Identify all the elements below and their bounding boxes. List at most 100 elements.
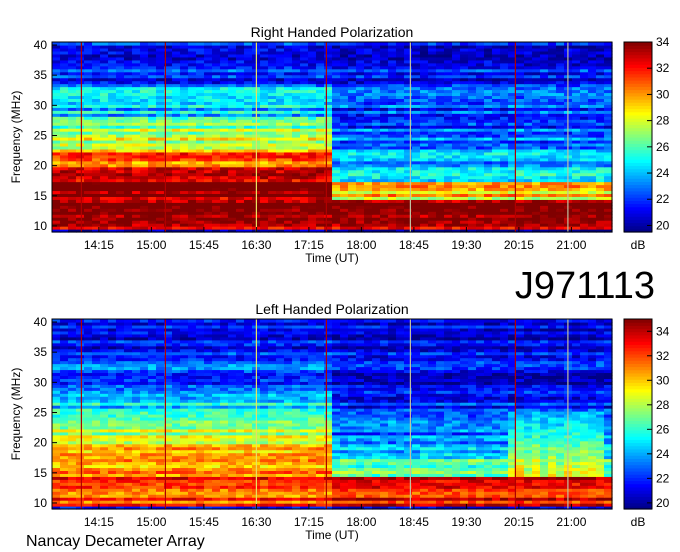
heatmap-cell [364, 42, 373, 46]
heatmap-cell [444, 42, 453, 46]
colorbar-tick-label: 28 [656, 114, 670, 128]
heatmap-cell [204, 42, 213, 46]
colorbar-right [624, 42, 652, 233]
heatmap-cell [540, 42, 549, 46]
heatmap-cell [172, 42, 181, 46]
heatmap-cell [148, 42, 157, 46]
heatmap-cell [380, 42, 389, 46]
heatmap-cell [404, 42, 413, 46]
heatmap-cell [388, 42, 397, 46]
heatmap-cell [396, 42, 405, 46]
x-tick-label: 14:15 [84, 238, 114, 252]
heatmap-cell [468, 42, 477, 46]
x-tick-label: 15:45 [189, 238, 219, 252]
x-tick-label: 18:45 [399, 238, 429, 252]
heatmap-cell [420, 42, 429, 46]
heatmap-cell [308, 42, 317, 46]
heatmap-cell [100, 42, 109, 46]
heatmap-cell [292, 42, 301, 46]
heatmap-cell [196, 42, 205, 46]
heatmap-cell [372, 42, 381, 46]
colorbar-tick-label: 34 [656, 35, 670, 49]
heatmap-cell [484, 42, 493, 46]
heatmap-cell [156, 42, 165, 46]
heatmap-cell [436, 42, 445, 46]
colorbar-label-right: dB [631, 238, 646, 252]
heatmap-cell [340, 42, 349, 46]
heatmap-cell [188, 42, 197, 46]
x-axis-label-right: Time (UT) [305, 251, 359, 265]
spectrogram-figure: Right Handed Polarization 14:15 15:00 15:4… [9, 24, 670, 550]
heatmap-cell [324, 42, 333, 46]
heatmap-cell [92, 42, 101, 46]
y-axis-label-right: Frequency (MHz) [9, 91, 23, 184]
heatmap-cell [316, 42, 325, 46]
colorbar-tick-label: 30 [656, 87, 670, 101]
heatmap-cell [524, 42, 533, 46]
observation-id: J971113 [515, 265, 655, 307]
colorbar-tick-label: 24 [656, 166, 670, 180]
heatmap-right [52, 42, 613, 233]
heatmap-left [52, 319, 613, 510]
heatmap-cell [548, 42, 557, 46]
y-tick-label: 35 [34, 68, 48, 82]
x-tick-label: 16:30 [241, 238, 271, 252]
y-tick-label: 25 [34, 128, 48, 142]
x-tick-label: 18:00 [346, 238, 376, 252]
heatmap-cell [516, 42, 525, 46]
heatmap-cell [348, 42, 357, 46]
panel-left-polarization: Left Handed Polarization 14:15 15:00 15:45… [9, 301, 670, 542]
heatmap-cell [260, 42, 269, 46]
heatmap-cell [236, 42, 245, 46]
x-tick-label: 20:15 [504, 238, 534, 252]
heatmap-cell [180, 42, 189, 46]
heatmap-cell [276, 42, 285, 46]
heatmap-cell [492, 42, 501, 46]
heatmap-cell [108, 42, 117, 46]
heatmap-cell [588, 42, 597, 46]
heatmap-cell [580, 42, 589, 46]
heatmap-cell [132, 42, 141, 46]
x-tick-label: 17:15 [294, 238, 324, 252]
y-tick-label: 40 [34, 38, 48, 52]
heatmap-cell [412, 42, 421, 46]
panel-title-right: Right Handed Polarization [251, 24, 414, 40]
heatmap-cell [460, 42, 469, 46]
heatmap-cell [244, 42, 253, 46]
y-tick-label: 30 [34, 98, 48, 112]
heatmap-cell [140, 42, 149, 46]
heatmap-cell [604, 42, 613, 46]
y-tick-label: 15 [34, 189, 48, 203]
colorbar-tick-label: 26 [656, 140, 670, 154]
heatmap-cell [500, 42, 509, 46]
colorbar-step [624, 42, 652, 46]
heatmap-cell [212, 42, 221, 46]
heatmap-cell [60, 42, 69, 46]
heatmap-cell [284, 42, 293, 46]
heatmap-cell [268, 42, 277, 46]
heatmap-cell [68, 42, 77, 46]
heatmap-cell [124, 42, 133, 46]
heatmap-cell [356, 42, 365, 46]
heatmap-cell [332, 42, 341, 46]
heatmap-cell [572, 42, 581, 46]
x-tick-label: 19:30 [451, 238, 481, 252]
x-tick-label: 15:00 [136, 238, 166, 252]
heatmap-cell [428, 42, 437, 46]
y-tick-label: 10 [34, 219, 48, 233]
heatmap-cell [76, 42, 85, 46]
colorbar-tick-label: 32 [656, 61, 670, 75]
heatmap-cell [220, 42, 229, 46]
heatmap-cell [84, 42, 93, 46]
heatmap-cell [116, 42, 125, 46]
colorbar-tick-label: 20 [656, 218, 670, 232]
heatmap-cell [300, 42, 309, 46]
heatmap-cell [596, 42, 605, 46]
panel-right-polarization: Right Handed Polarization 14:15 15:00 15:4… [9, 24, 670, 265]
heatmap-cell [476, 42, 485, 46]
heatmap-cell [228, 42, 237, 46]
colorbar-tick-label: 22 [656, 192, 670, 206]
heatmap-cell [452, 42, 461, 46]
y-tick-label: 20 [34, 159, 48, 173]
heatmap-cell [556, 42, 565, 46]
